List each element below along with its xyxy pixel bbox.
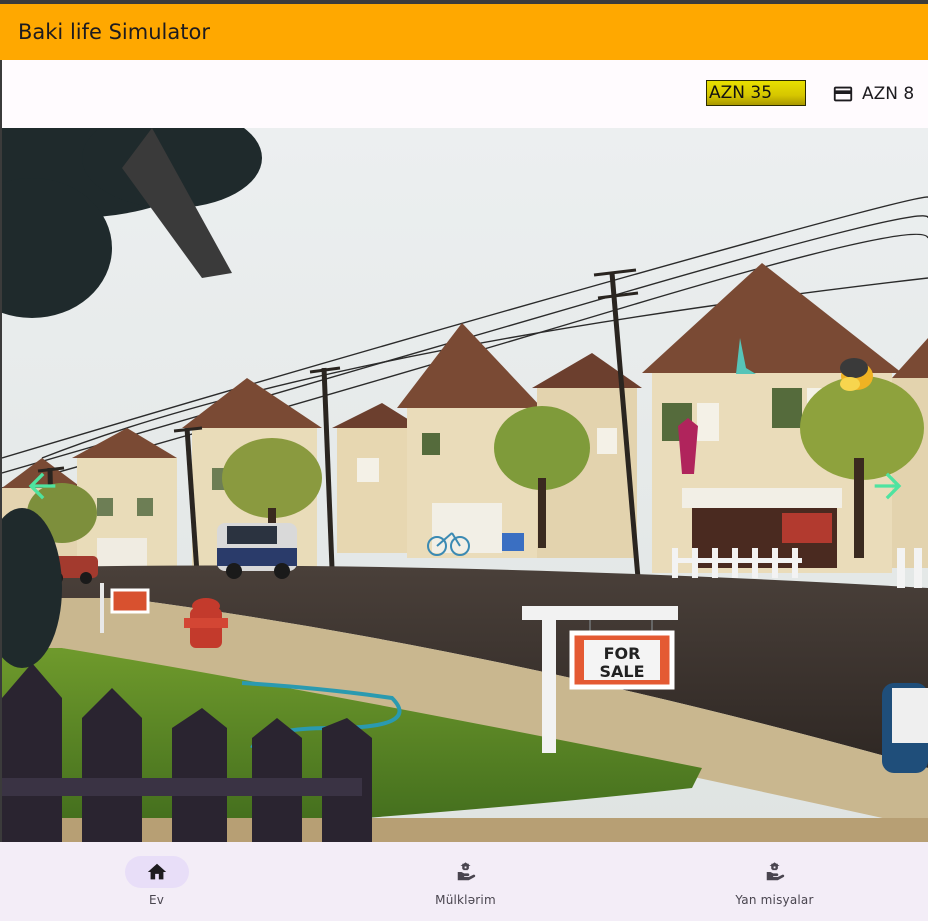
nav-item-ev[interactable]: Ev — [2, 842, 311, 921]
card-balance: AZN 8 — [862, 84, 915, 104]
for-sale-sign-line1: FOR — [604, 644, 641, 663]
credit-card-icon — [833, 86, 853, 102]
neighborhood-illustration: FOR SALE — [2, 128, 928, 842]
home-icon — [147, 863, 166, 880]
arrow-right-icon — [874, 472, 902, 500]
nav-item-yan-misyalar[interactable]: Yan misyalar — [620, 842, 928, 921]
previous-house-arrow[interactable] — [22, 466, 62, 506]
cash-balance: AZN 35 — [706, 80, 806, 106]
bottom-navigation: Ev Mülklərim Yan misyalar — [0, 842, 928, 921]
nav-item-mulklerim-indicator — [434, 856, 498, 888]
app-title: Baki life Simulator — [18, 20, 210, 44]
app-bar: Baki life Simulator — [0, 4, 928, 60]
card-balance-group: AZN 8 — [832, 82, 914, 106]
neighborhood-scene: FOR SALE — [2, 128, 928, 842]
status-bar: AZN 35 AZN 8 — [2, 60, 928, 128]
next-house-arrow[interactable] — [868, 466, 908, 506]
arrow-left-icon — [28, 472, 56, 500]
nav-item-mulklerim[interactable]: Mülklərim — [311, 842, 620, 921]
nav-item-yan-misyalar-indicator — [743, 856, 807, 888]
nav-item-ev-label: Ev — [148, 893, 165, 907]
property-hand-icon — [457, 862, 475, 881]
property-hand-icon — [766, 862, 784, 881]
nav-item-yan-misyalar-label: Yan misyalar — [735, 893, 814, 907]
nav-item-mulklerim-label: Mülklərim — [435, 893, 496, 907]
nav-item-ev-indicator — [124, 856, 189, 888]
for-sale-sign-line2: SALE — [599, 662, 644, 681]
